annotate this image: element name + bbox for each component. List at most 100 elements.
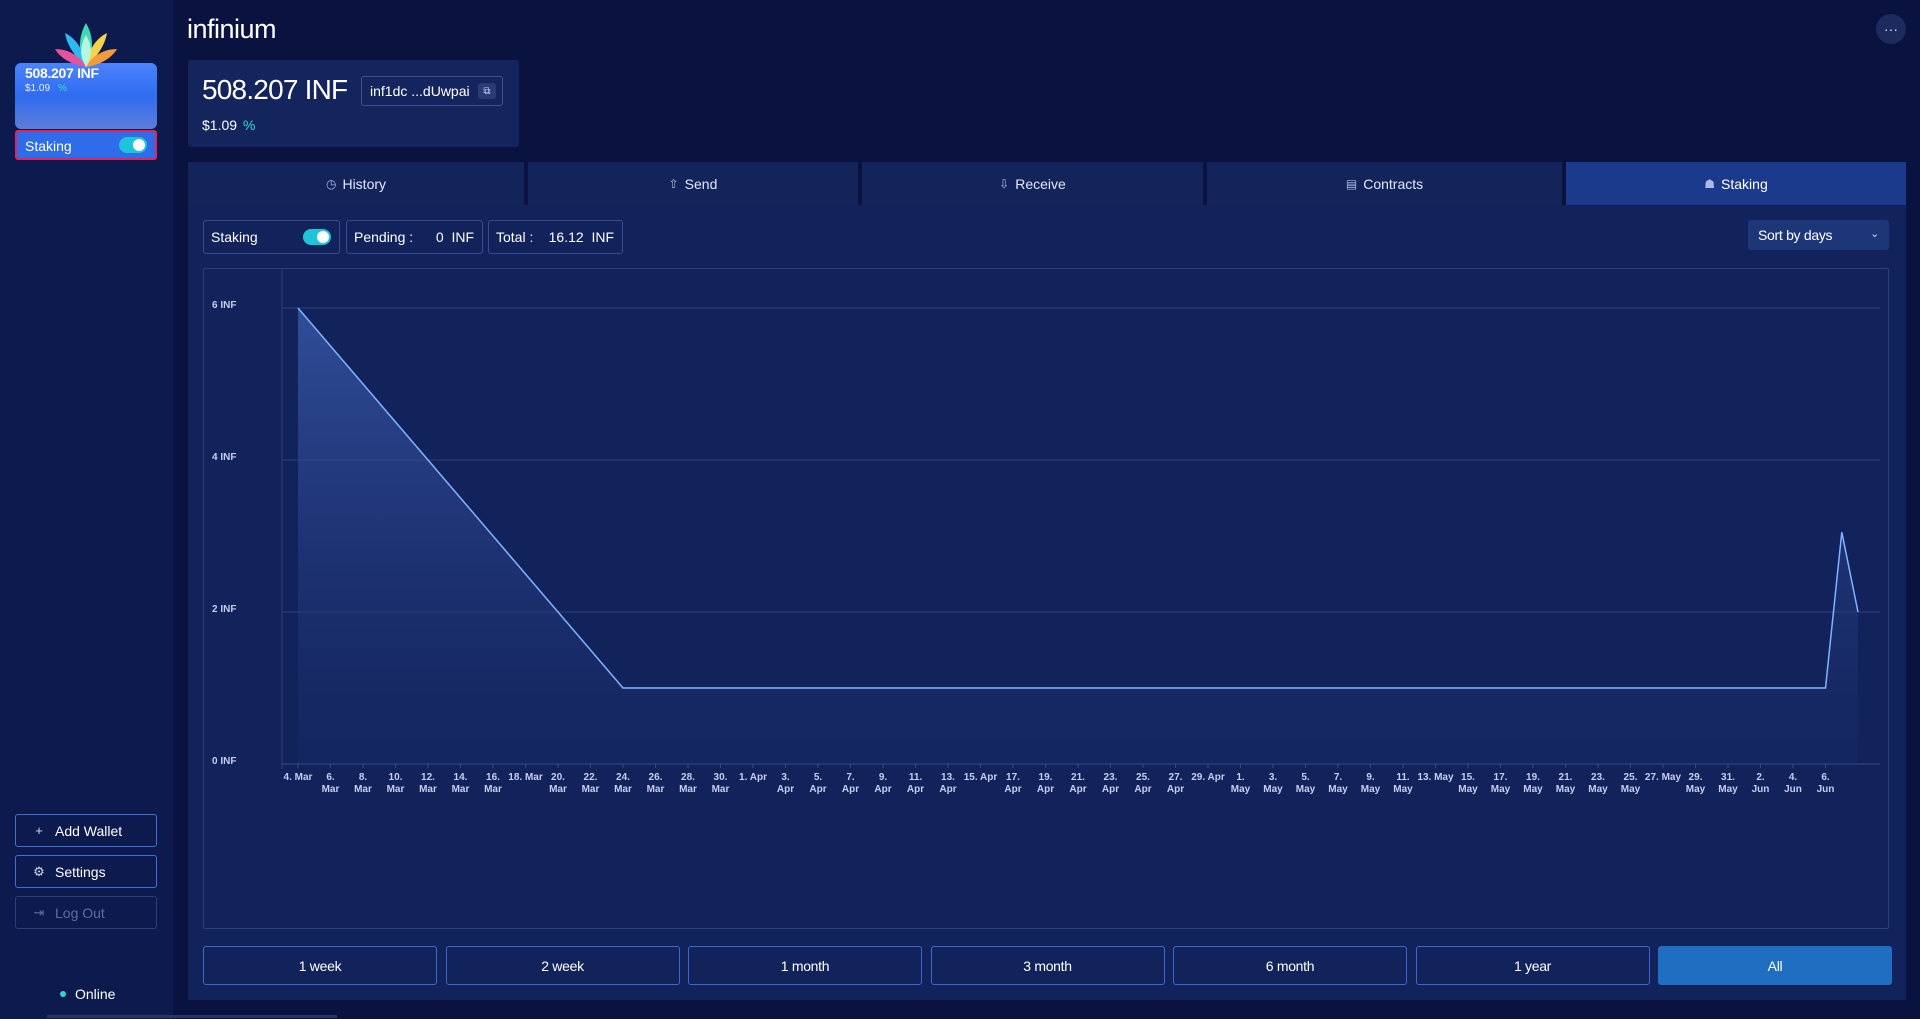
tab-send[interactable]: ⇧ Send	[528, 162, 858, 205]
sort-select[interactable]: Sort by days ⌄	[1748, 220, 1889, 250]
wallet-card[interactable]: 508.207 INF $1.09%	[15, 15, 157, 129]
x-tick-label: 1. Apr	[739, 772, 767, 783]
x-tick-label: 7. May	[1328, 772, 1348, 795]
x-tick-label: 28. Mar	[679, 772, 697, 795]
tab-history[interactable]: ◷ History	[188, 162, 524, 205]
x-tick-label: 9. May	[1361, 772, 1381, 795]
tab-contracts[interactable]: ▤ Contracts	[1207, 162, 1562, 205]
total-value: 16.12 INF	[548, 229, 614, 245]
x-tick-label: 23. Apr	[1102, 772, 1119, 795]
staking-chart-svg: 4. Mar 6. Mar 8. Mar 10. Mar 12. Mar 14. Mar 16. Mar…	[212, 269, 1880, 795]
range-button-1-month[interactable]: 1 month	[688, 946, 922, 985]
add-wallet-button[interactable]: + Add Wallet	[15, 814, 157, 847]
x-tick-label: 11. May	[1393, 772, 1413, 795]
series-area	[298, 308, 1858, 764]
x-tick-label: 4. Mar	[284, 772, 313, 783]
x-tick-label: 22. Mar	[582, 772, 600, 795]
settings-label: Settings	[55, 863, 106, 880]
upload-icon: ⇧	[668, 176, 679, 191]
x-tick-label: 5. May	[1296, 772, 1316, 795]
y-tick-label: 6 INF	[212, 300, 236, 311]
tab-contracts-label: Contracts	[1363, 175, 1424, 192]
plus-icon: +	[35, 823, 43, 838]
x-tick-label: 3. Apr	[777, 772, 794, 795]
x-tick-label: 13. Apr	[939, 772, 956, 795]
balance-amount: 508.207 INF	[202, 74, 348, 105]
gear-icon: ⚙	[33, 863, 45, 879]
balance-usd: $1.09%	[202, 117, 256, 133]
horizontal-scrollbar[interactable]	[47, 1015, 337, 1018]
staking-toggle-chip[interactable]: Staking	[203, 220, 340, 254]
tab-receive[interactable]: ⇩ Receive	[862, 162, 1203, 205]
x-tick-label: 17. Apr	[1004, 772, 1021, 795]
x-tick-label: 6. Jun	[1817, 772, 1835, 795]
x-tick-label: 24. Mar	[614, 772, 632, 795]
tab-bar: ◷ History ⇧ Send ⇩ Receive ▤ Contracts ☗…	[188, 162, 1906, 205]
staking-toggle[interactable]	[303, 229, 331, 245]
range-button-1-year[interactable]: 1 year	[1415, 946, 1650, 985]
x-tick-label: 5. Apr	[809, 772, 826, 795]
range-button-3-month[interactable]: 3 month	[930, 946, 1165, 985]
x-tick-label: 16. Mar	[484, 772, 502, 795]
total-label: Total :	[496, 229, 534, 245]
document-icon: ▤	[1345, 176, 1358, 191]
logout-button[interactable]: ⇥ Log Out	[15, 896, 157, 929]
x-tick-label: 13. May	[1417, 772, 1454, 783]
balance-card: 508.207 INF inf1dc ...dUwpai ⧉ $1.09%	[188, 60, 519, 147]
copy-icon[interactable]: ⧉	[478, 83, 496, 99]
x-tick-label: 9. Apr	[874, 772, 891, 795]
total-chip: Total : 16.12 INF	[488, 220, 623, 254]
status-label: Online	[75, 986, 116, 1002]
x-tick-label: 19. Apr	[1037, 772, 1054, 795]
x-tick-label: 7. Apr	[842, 772, 859, 795]
x-tick-label: 19. May	[1523, 772, 1543, 795]
wallet-address-text: inf1dc ...dUwpai	[370, 83, 470, 99]
y-tick-label: 2 INF	[212, 604, 236, 615]
range-button-all[interactable]: All	[1658, 946, 1892, 985]
x-tick-label: 4. Jun	[1784, 772, 1802, 795]
tab-history-label: History	[342, 175, 387, 192]
range-button-1-week[interactable]: 1 week	[203, 946, 437, 985]
wallet-address[interactable]: inf1dc ...dUwpai ⧉	[361, 76, 503, 106]
sort-select-value: Sort by days	[1758, 227, 1833, 243]
staking-chip-label: Staking	[211, 229, 258, 245]
sidebar-staking-label: Staking	[25, 138, 72, 154]
status-dot-icon	[60, 991, 66, 997]
staking-chart: 4. Mar 6. Mar 8. Mar 10. Mar 12. Mar 14. Mar 16. Mar…	[203, 268, 1889, 929]
x-tick-label: 25. Apr	[1134, 772, 1151, 795]
stack-icon: ☗	[1704, 176, 1716, 191]
chevron-down-icon: ⌄	[1870, 228, 1879, 240]
x-tick-label: 17. May	[1491, 772, 1511, 795]
sidebar-staking-toggle-row[interactable]: Staking	[15, 130, 157, 160]
more-options-button[interactable]: ···	[1876, 14, 1906, 44]
staking-panel: Staking Pending : 0 INF Total : 16.12 IN…	[188, 205, 1906, 1000]
tab-staking[interactable]: ☗ Staking	[1566, 162, 1906, 205]
range-button-6-month[interactable]: 6 month	[1173, 946, 1407, 985]
x-tick-label: 1. May	[1231, 772, 1251, 795]
tab-receive-label: Receive	[1015, 175, 1066, 192]
x-tick-label: 23. May	[1588, 772, 1608, 795]
x-tick-label: 2. Jun	[1752, 772, 1770, 795]
card-balance: 508.207 INF	[25, 65, 99, 81]
sidebar-staking-toggle[interactable]	[119, 137, 147, 153]
y-tick-label: 4 INF	[212, 452, 236, 463]
app-title: infinium	[187, 14, 277, 44]
add-wallet-label: Add Wallet	[55, 822, 123, 839]
pending-label: Pending :	[354, 229, 414, 245]
logout-label: Log Out	[55, 904, 105, 921]
x-tick-label: 12. Mar	[419, 772, 437, 795]
range-button-2-week[interactable]: 2 week	[445, 946, 680, 985]
x-tick-label: 27. May	[1645, 772, 1682, 783]
download-icon: ⇩	[999, 176, 1010, 191]
x-tick-label: 27. Apr	[1167, 772, 1184, 795]
x-tick-label: 10. Mar	[387, 772, 405, 795]
connection-status: Online	[60, 986, 115, 1002]
clock-icon: ◷	[325, 176, 337, 191]
x-tick-label: 15. May	[1458, 772, 1478, 795]
x-tick-label: 20. Mar	[549, 772, 567, 795]
logout-icon: ⇥	[33, 904, 45, 920]
settings-button[interactable]: ⚙ Settings	[15, 855, 157, 888]
balance-usd-value: $1.09	[202, 117, 238, 133]
y-tick-label: 0 INF	[212, 756, 236, 767]
x-tick-label: 18. Mar	[508, 772, 543, 783]
